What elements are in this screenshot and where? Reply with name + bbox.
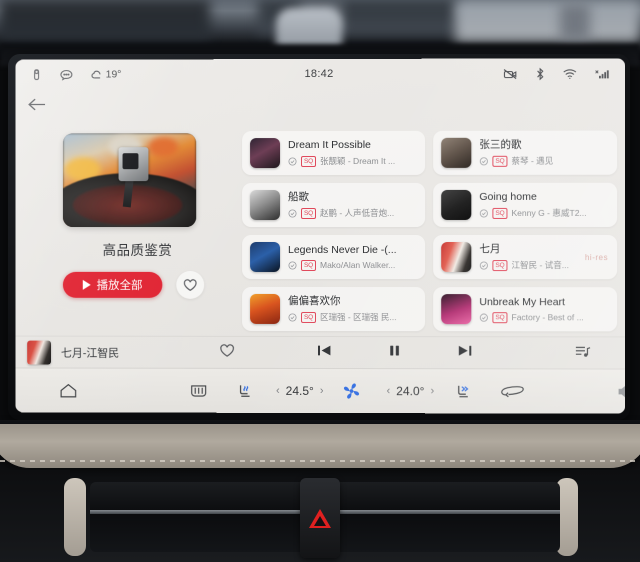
driver-temperature-value: 24.5° (285, 383, 314, 398)
song-thumbnail (441, 242, 472, 273)
rear-defrost-button[interactable] (189, 382, 208, 399)
song-artist: Mako/Alan Walker... (319, 260, 396, 271)
quality-badge: SQ (301, 207, 317, 219)
vent-end-cap-left (64, 478, 86, 556)
ventilated-seat-button[interactable] (454, 383, 472, 400)
song-thumbnail (441, 137, 472, 168)
song-title: 偏偏喜欢你 (288, 294, 341, 308)
quality-badge: SQ (492, 259, 508, 271)
hazard-triangle-icon (309, 508, 331, 528)
camera-off-icon[interactable] (503, 68, 517, 79)
song-artist: Kenny G - 惠威T2... (511, 207, 587, 218)
air-vent-right[interactable] (330, 482, 560, 552)
driver-temperature-control[interactable]: ‹ 24.5° › (276, 384, 323, 398)
play-icon (82, 279, 91, 290)
trim-stitching (0, 460, 640, 462)
dashboard-trim (0, 424, 640, 468)
home-button[interactable] (59, 382, 78, 399)
album-cover-art[interactable] (62, 133, 197, 228)
favorite-album-button[interactable] (176, 270, 205, 299)
song-artist: 蔡琴 - 遇见 (511, 155, 554, 166)
climate-bar: ‹ 24.5° › ‹ 24.0° › (15, 367, 626, 414)
verified-icon (288, 209, 297, 218)
volume-button[interactable] (617, 384, 626, 400)
song-title: Unbreak My Heart (479, 295, 566, 308)
song-title: Dream It Possible (288, 138, 371, 152)
quality-badge: SQ (301, 155, 317, 167)
song-thumbnail (250, 293, 281, 324)
song-title: Going home (479, 190, 537, 203)
play-all-label: 播放全部 (96, 279, 143, 292)
quality-badge: SQ (492, 155, 508, 167)
song-thumbnail (441, 294, 472, 325)
now-playing-thumbnail[interactable] (27, 340, 51, 365)
hazard-light-button[interactable] (300, 478, 340, 558)
song-thumbnail (250, 138, 281, 169)
verified-icon (288, 157, 297, 166)
song-artist: 张靓颖 - Dream It ... (319, 155, 396, 166)
temp-increase-icon[interactable]: › (320, 385, 324, 397)
back-button[interactable] (27, 91, 87, 117)
air-recirculation-button[interactable] (500, 383, 524, 399)
play-pause-button[interactable] (388, 344, 401, 362)
signal-icon[interactable] (595, 68, 609, 79)
next-track-button[interactable] (457, 344, 472, 362)
heated-seat-button[interactable] (236, 382, 254, 399)
verified-icon (479, 313, 488, 322)
song-artist: 赵鹏 - 人声低音炮... (319, 207, 395, 218)
verified-icon (479, 156, 488, 165)
lower-dashboard (0, 420, 640, 562)
song-item-0[interactable]: Dream It Possible SQ 张靓颖 - Dream It ... (242, 130, 426, 176)
song-title: Legends Never Die -(... (288, 243, 397, 256)
bluetooth-icon[interactable] (536, 67, 545, 80)
temp-increase-icon[interactable]: › (430, 385, 434, 397)
player-bar: 七月-江智民 (15, 335, 626, 370)
verified-icon (479, 261, 488, 270)
song-item-2[interactable]: 船歌 SQ 赵鹏 - 人声低音炮... (242, 182, 426, 228)
song-item-1[interactable]: 张三的歌 SQ 蔡琴 - 遇见 (433, 130, 618, 175)
song-item-7[interactable]: Unbreak My Heart SQ Factory - Best of ..… (433, 287, 618, 332)
song-artist: 江智民 - 试音... (511, 260, 569, 271)
song-item-6[interactable]: 偏偏喜欢你 SQ 区瑞强 - 区瑞强 民... (242, 286, 426, 332)
temp-decrease-icon[interactable]: ‹ (276, 385, 280, 397)
passenger-temperature-control[interactable]: ‹ 24.0° › (387, 384, 435, 398)
favorite-track-button[interactable] (219, 343, 235, 362)
now-playing-title: 七月-江智民 (60, 347, 120, 360)
car-interior-photo: 19° 18:42 高品质鉴赏 播放全部 Dream It Possible S… (0, 0, 640, 562)
song-title: 张三的歌 (479, 138, 522, 151)
quality-badge: SQ (492, 311, 508, 323)
quality-badge: SQ (492, 207, 508, 219)
song-title: 船歌 (288, 191, 310, 204)
verified-icon (288, 261, 297, 270)
playlist-queue-button[interactable] (575, 344, 591, 363)
temp-decrease-icon[interactable]: ‹ (387, 385, 391, 397)
fan-button[interactable] (342, 382, 361, 400)
verified-icon (479, 208, 488, 217)
hires-badge: hi-res (584, 252, 609, 262)
verified-icon (288, 313, 297, 322)
status-bar: 19° 18:42 (15, 58, 625, 89)
song-thumbnail (250, 190, 281, 221)
album-panel: 高品质鉴赏 播放全部 (62, 133, 212, 299)
quality-badge: SQ (301, 259, 317, 271)
song-item-3[interactable]: Going home SQ Kenny G - 惠威T2... (433, 182, 618, 227)
song-artist: Factory - Best of ... (511, 312, 584, 323)
song-list: Dream It Possible SQ 张靓颖 - Dream It ... … (242, 130, 618, 332)
infotainment-screen: 19° 18:42 高品质鉴赏 播放全部 Dream It Possible S… (15, 58, 626, 414)
wifi-icon[interactable] (563, 68, 577, 79)
play-all-button[interactable]: 播放全部 (62, 271, 163, 298)
song-thumbnail (441, 189, 472, 220)
song-item-4[interactable]: Legends Never Die -(... SQ Mako/Alan Wal… (242, 234, 426, 280)
song-thumbnail (250, 241, 281, 272)
album-title: 高品质鉴赏 (102, 242, 173, 258)
song-artist: 区瑞强 - 区瑞强 民... (319, 312, 397, 323)
passenger-temperature-value: 24.0° (396, 384, 425, 399)
air-vent-left[interactable] (90, 482, 320, 552)
song-item-5[interactable]: 七月 SQ 江智民 - 试音... hi-res (433, 234, 618, 280)
previous-track-button[interactable] (317, 344, 332, 362)
quality-badge: SQ (301, 311, 317, 323)
